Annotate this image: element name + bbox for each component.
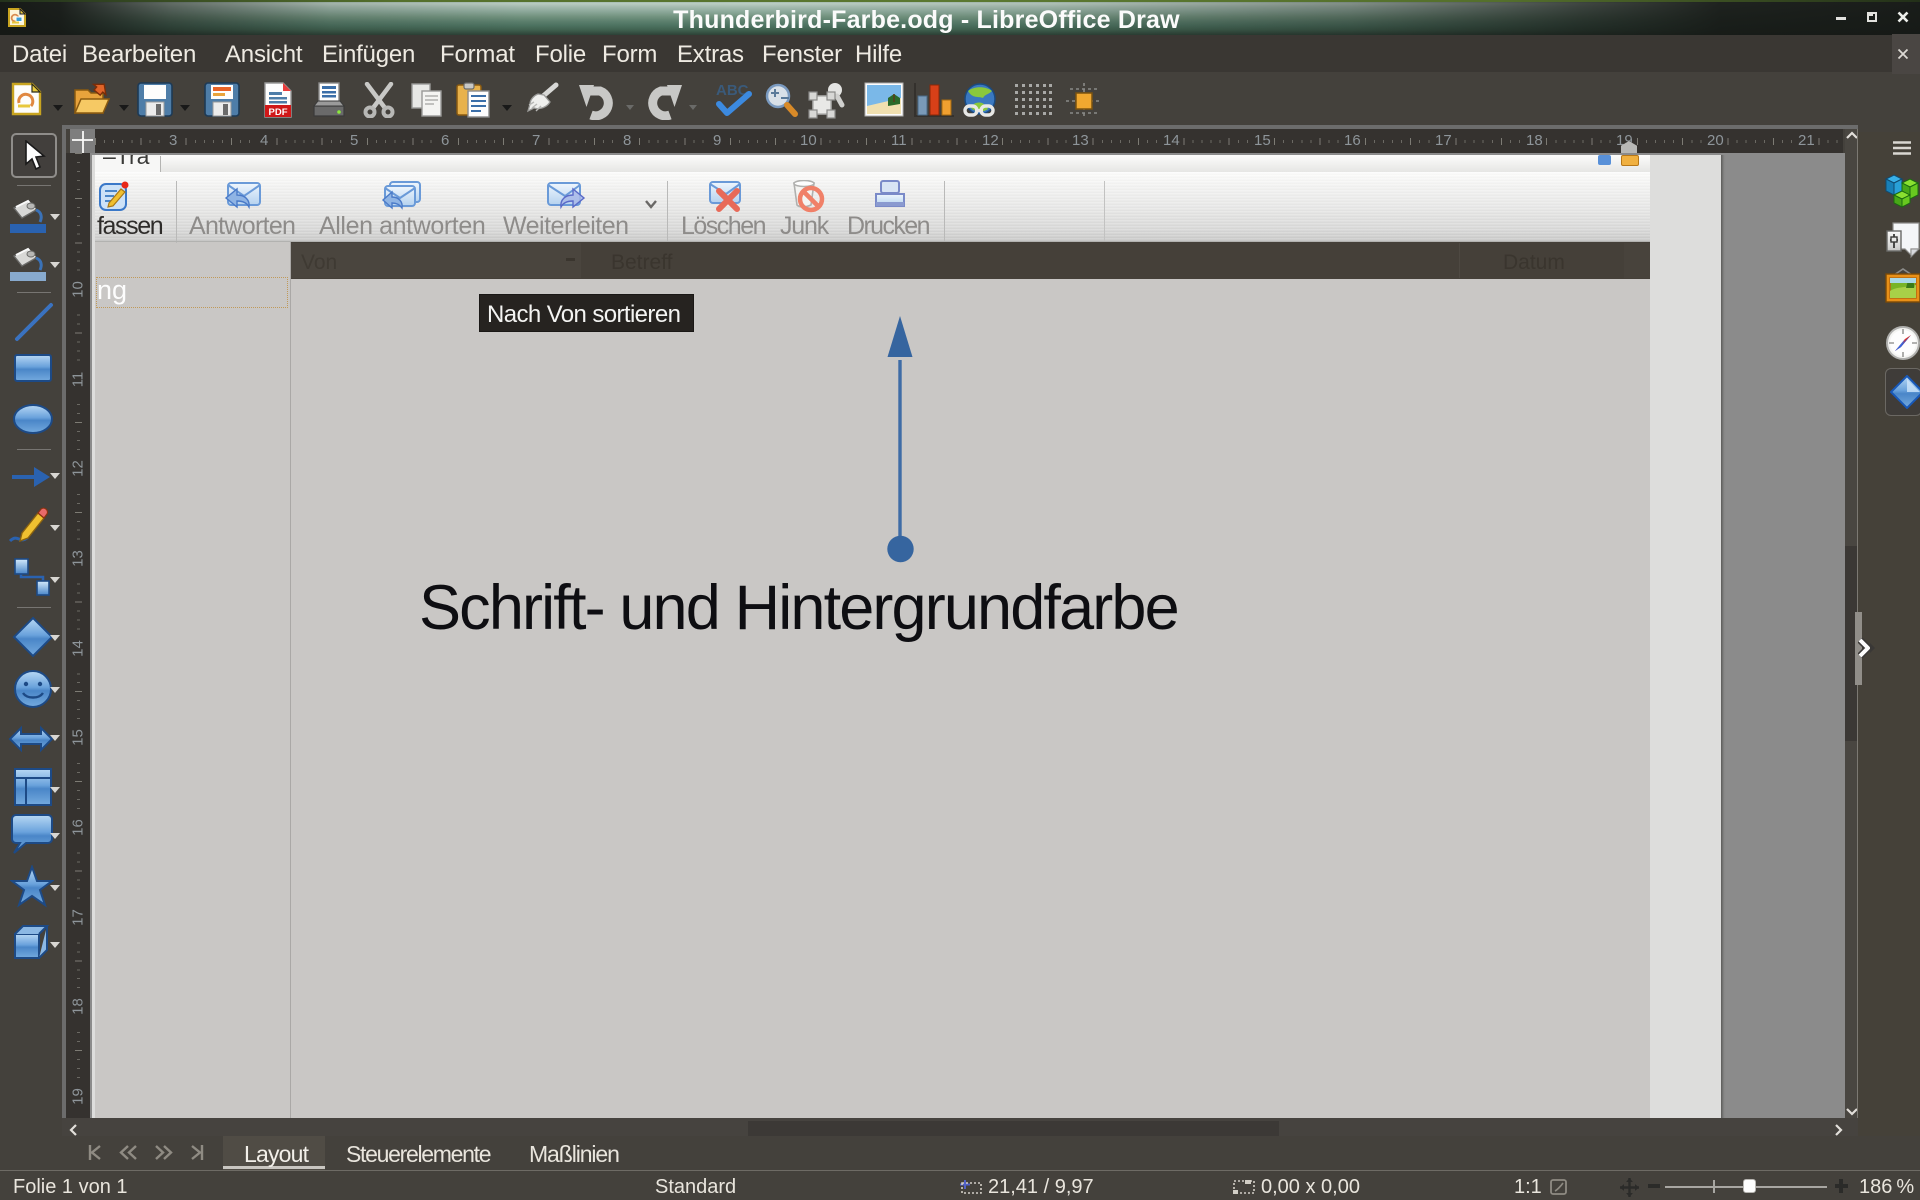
- svg-text:PDF: PDF: [269, 107, 288, 118]
